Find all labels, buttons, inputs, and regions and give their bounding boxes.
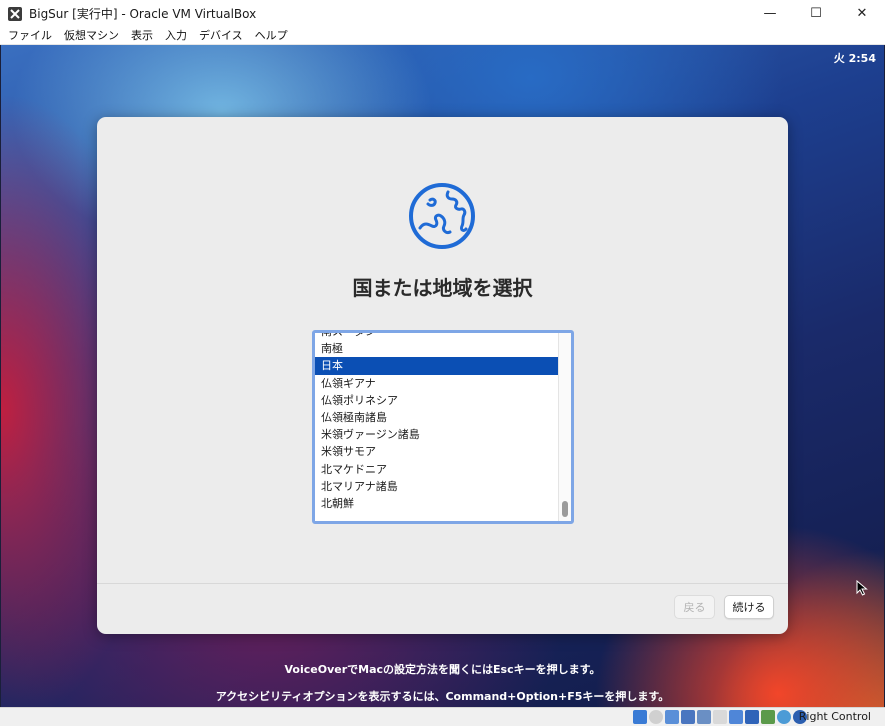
optical-drive-icon[interactable] bbox=[649, 710, 663, 724]
host-key-label: Right Control bbox=[798, 710, 871, 723]
list-item[interactable]: 仏領ポリネシア bbox=[315, 392, 560, 409]
list-item[interactable]: 米領ヴァージン諸島 bbox=[315, 426, 560, 443]
footer-divider bbox=[97, 583, 788, 584]
vt-x-icon[interactable] bbox=[761, 710, 775, 724]
window-titlebar: BigSur [実行中] - Oracle VM VirtualBox — ☐ … bbox=[0, 0, 885, 27]
vm-statusbar: Right Control bbox=[0, 707, 885, 726]
audio-icon[interactable] bbox=[665, 710, 679, 724]
guest-desktop[interactable]: 火 2:54 国または地域を選択 南スーダン 南極 日本 仏領ギアナ 仏領ポリネ… bbox=[1, 45, 884, 707]
mouse-cursor-icon bbox=[856, 580, 868, 596]
menu-view[interactable]: 表示 bbox=[125, 27, 159, 45]
voiceover-hint: VoiceOverでMacの設定方法を聞くにはEscキーを押します。 bbox=[284, 663, 601, 676]
list-item[interactable]: 仏領ギアナ bbox=[315, 375, 560, 392]
list-item[interactable]: 北朝鮮 bbox=[315, 495, 560, 512]
scrollbar-thumb[interactable] bbox=[562, 501, 568, 517]
setup-assistant-panel: 国または地域を選択 南スーダン 南極 日本 仏領ギアナ 仏領ポリネシア 仏領極南… bbox=[97, 117, 788, 634]
list-item[interactable]: 北マリアナ諸島 bbox=[315, 478, 560, 495]
window-controls: — ☐ ✕ bbox=[747, 0, 885, 27]
minimize-button[interactable]: — bbox=[747, 0, 793, 27]
list-item[interactable]: 米領サモア bbox=[315, 443, 560, 460]
country-list[interactable]: 南スーダン 南極 日本 仏領ギアナ 仏領ポリネシア 仏領極南諸島 米領ヴァージン… bbox=[312, 330, 574, 524]
network-icon[interactable] bbox=[681, 710, 695, 724]
list-item[interactable]: 北マケドニア bbox=[315, 461, 560, 478]
country-list-items: 南スーダン 南極 日本 仏領ギアナ 仏領ポリネシア 仏領極南諸島 米領ヴァージン… bbox=[315, 333, 560, 512]
usb-icon[interactable] bbox=[697, 710, 711, 724]
hard-disk-icon[interactable] bbox=[633, 710, 647, 724]
menu-machine[interactable]: 仮想マシン bbox=[58, 27, 125, 45]
list-scrollbar[interactable] bbox=[558, 333, 571, 521]
virtualbox-icon bbox=[8, 6, 22, 21]
list-item-selected[interactable]: 日本 bbox=[315, 357, 560, 375]
list-item[interactable]: 南スーダン bbox=[315, 333, 560, 340]
back-button[interactable]: 戻る bbox=[674, 595, 715, 619]
shared-folder-icon[interactable] bbox=[713, 710, 727, 724]
accessibility-hint: アクセシビリティオプションを表示するには、Command+Option+F5キー… bbox=[215, 690, 670, 703]
mouse-integration-icon[interactable] bbox=[777, 710, 791, 724]
menu-input[interactable]: 入力 bbox=[159, 27, 193, 45]
continue-button[interactable]: 続ける bbox=[724, 595, 774, 619]
list-item[interactable]: 仏領極南諸島 bbox=[315, 409, 560, 426]
display-icon[interactable] bbox=[729, 710, 743, 724]
menubar-clock[interactable]: 火 2:54 bbox=[834, 50, 876, 66]
list-item[interactable]: 南極 bbox=[315, 340, 560, 357]
window-title: BigSur [実行中] - Oracle VM VirtualBox bbox=[29, 7, 257, 21]
menu-file[interactable]: ファイル bbox=[2, 27, 58, 45]
menu-devices[interactable]: デバイス bbox=[193, 27, 249, 45]
video-capture-icon[interactable] bbox=[745, 710, 759, 724]
status-icons bbox=[633, 710, 807, 724]
maximize-button[interactable]: ☐ bbox=[793, 0, 839, 27]
page-title: 国または地域を選択 bbox=[352, 276, 533, 300]
menu-help[interactable]: ヘルプ bbox=[249, 27, 294, 45]
globe-icon bbox=[409, 183, 475, 249]
close-button[interactable]: ✕ bbox=[839, 0, 885, 27]
menubar: ファイル 仮想マシン 表示 入力 デバイス ヘルプ bbox=[0, 27, 885, 45]
